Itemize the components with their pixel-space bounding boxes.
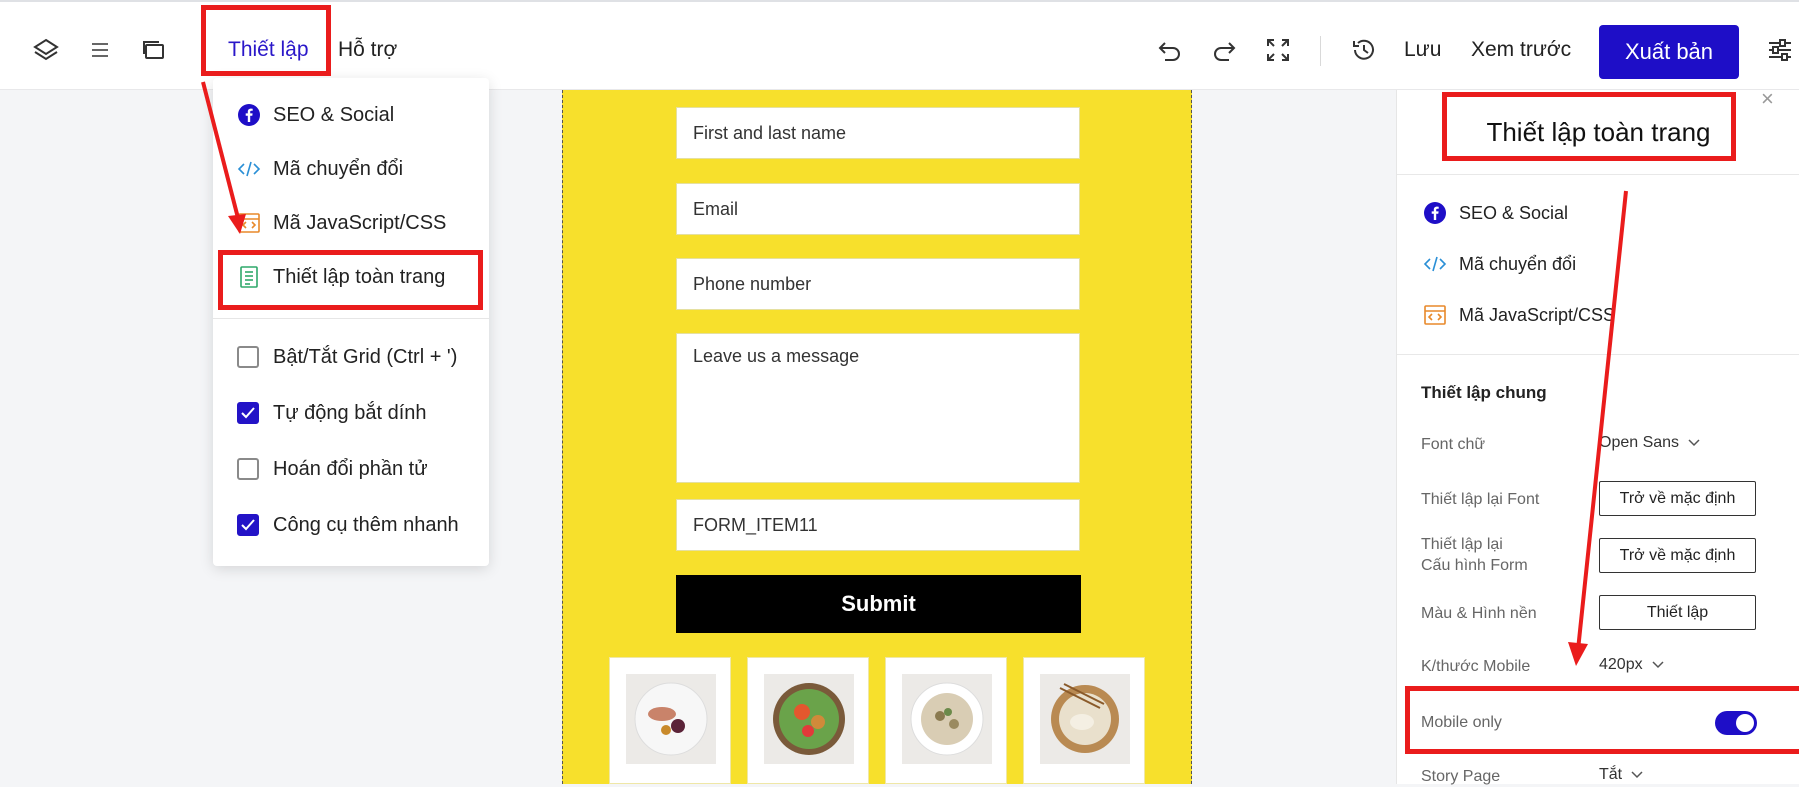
food-thumbnail[interactable] — [1023, 657, 1145, 784]
reset-form-button[interactable]: Trở về mặc định — [1599, 538, 1756, 573]
close-icon[interactable]: × — [1761, 86, 1774, 112]
story-page-value: Tắt — [1599, 766, 1623, 783]
checkbox-auto-snap[interactable]: Tự động bắt dính — [237, 398, 427, 428]
chevron-down-icon — [1631, 771, 1643, 779]
code-window-icon — [1423, 303, 1447, 327]
panel-divider — [1397, 354, 1799, 355]
font-label: Font chữ — [1421, 436, 1486, 453]
checkbox[interactable] — [237, 402, 259, 424]
facebook-icon — [1423, 201, 1447, 225]
name-field[interactable]: First and last name — [676, 107, 1080, 159]
font-value: Open Sans — [1599, 434, 1680, 451]
background-label: Màu & Hình nền — [1421, 605, 1537, 622]
dropdown-item-conversion[interactable]: Mã chuyển đổi — [237, 154, 403, 184]
pages-icon[interactable] — [140, 36, 168, 64]
code-icon — [237, 157, 261, 181]
layers-icon[interactable] — [32, 36, 60, 64]
checkbox-label: Công cụ thêm nhanh — [273, 513, 459, 536]
font-select[interactable]: Open Sans — [1599, 434, 1701, 452]
highlight-settings-menu — [201, 5, 331, 76]
chevron-down-icon — [1688, 439, 1700, 447]
panel-item-seo[interactable]: SEO & Social — [1423, 199, 1568, 227]
checkbox[interactable] — [237, 514, 259, 536]
panel-item-label: Mã chuyển đổi — [1459, 253, 1577, 274]
message-field[interactable]: Leave us a message — [676, 333, 1080, 483]
dropdown-divider — [213, 318, 489, 319]
facebook-icon — [237, 103, 261, 127]
code-icon — [1423, 252, 1447, 276]
phone-field[interactable]: Phone number — [676, 258, 1080, 310]
dropdown-item-seo[interactable]: SEO & Social — [237, 100, 394, 130]
list-icon[interactable] — [86, 36, 114, 64]
fullscreen-icon[interactable] — [1264, 36, 1292, 64]
reset-font-label: Thiết lập lại Font — [1421, 491, 1540, 508]
panel-item-label: SEO & Social — [1459, 202, 1569, 223]
food-image — [626, 674, 716, 764]
checkbox[interactable] — [237, 458, 259, 480]
dropdown-item-label: SEO & Social — [273, 103, 395, 126]
publish-button[interactable]: Xuất bản — [1599, 25, 1739, 79]
dropdown-item-label: Mã JavaScript/CSS — [273, 211, 447, 234]
checkbox-label: Tự động bắt dính — [273, 401, 427, 424]
mobile-size-label: K/thước Mobile — [1421, 658, 1531, 675]
checkbox-quick-add[interactable]: Công cụ thêm nhanh — [237, 510, 459, 540]
food-image — [902, 674, 992, 764]
story-page-select[interactable]: Tắt — [1599, 766, 1644, 784]
chevron-down-icon — [1652, 661, 1664, 669]
food-thumbnail[interactable] — [885, 657, 1007, 784]
food-thumbnail[interactable] — [609, 657, 731, 784]
save-button[interactable]: Lưu — [1404, 38, 1441, 62]
food-thumbnail[interactable] — [747, 657, 869, 784]
checkbox-label: Bật/Tắt Grid (Ctrl + ') — [273, 345, 458, 368]
settings-sliders-icon[interactable] — [1766, 36, 1794, 64]
panel-item-conversion[interactable]: Mã chuyển đổi — [1423, 250, 1576, 278]
food-image — [1040, 674, 1130, 764]
checkmark-icon — [241, 407, 255, 419]
settings-dropdown: SEO & Social Mã chuyển đổi Mã JavaScript… — [213, 78, 489, 566]
mobile-size-value: 420px — [1599, 656, 1643, 673]
mobile-size-select[interactable]: 420px — [1599, 656, 1665, 674]
reset-form-label: Thiết lập lại Cấu hình Form — [1421, 536, 1528, 574]
dropdown-item-label: Mã chuyển đổi — [273, 157, 404, 180]
panel-item-label: Mã JavaScript/CSS — [1459, 304, 1616, 325]
code-window-icon — [237, 211, 261, 235]
checkbox[interactable] — [237, 346, 259, 368]
submit-button[interactable]: Submit — [676, 575, 1081, 633]
history-icon[interactable] — [1350, 36, 1378, 64]
highlight-mobile-only — [1405, 686, 1799, 754]
background-button[interactable]: Thiết lập — [1599, 595, 1756, 630]
highlight-panel-title — [1442, 92, 1736, 161]
panel-divider — [1397, 174, 1799, 175]
redo-icon[interactable] — [1210, 36, 1238, 64]
food-image — [764, 674, 854, 764]
menu-support[interactable]: Hỗ trợ — [338, 38, 397, 62]
highlight-page-settings-item — [218, 250, 483, 310]
preview-button[interactable]: Xem trước — [1471, 38, 1571, 62]
checkmark-icon — [241, 519, 255, 531]
checkbox-swap[interactable]: Hoán đổi phần tử — [237, 454, 428, 484]
form-item-field[interactable]: FORM_ITEM11 — [676, 499, 1080, 551]
undo-icon[interactable] — [1156, 36, 1184, 64]
dropdown-item-js-css[interactable]: Mã JavaScript/CSS — [237, 208, 446, 238]
checkbox-label: Hoán đổi phần tử — [273, 457, 428, 480]
checkbox-grid[interactable]: Bật/Tắt Grid (Ctrl + ') — [237, 342, 457, 372]
panel-item-js-css[interactable]: Mã JavaScript/CSS — [1423, 301, 1615, 329]
page-settings-panel: Thiết lập toàn trang × SEO & Social Mã c… — [1396, 86, 1799, 785]
toolbar-divider — [1320, 36, 1321, 66]
reset-font-button[interactable]: Trở về mặc định — [1599, 481, 1756, 516]
section-title: Thiết lập chung — [1421, 383, 1547, 402]
email-field[interactable]: Email — [676, 183, 1080, 235]
